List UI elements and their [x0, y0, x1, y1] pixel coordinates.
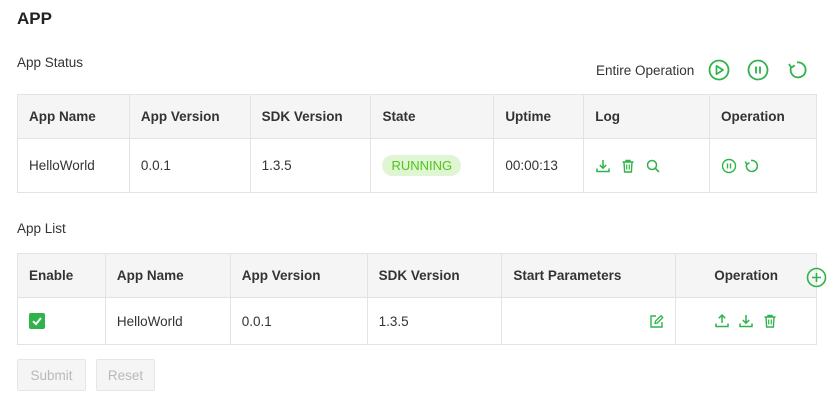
- column-header-operation: Operation: [709, 94, 817, 139]
- upload-icon[interactable]: [714, 313, 730, 329]
- app-status-title: App Status: [17, 55, 84, 70]
- edit-icon[interactable]: [649, 314, 664, 329]
- entire-operation-label: Entire Operation: [596, 62, 695, 78]
- app-name-cell: HelloWorld: [17, 138, 130, 193]
- column-header-enable: Enable: [17, 253, 106, 298]
- sdk-version-cell: 1.3.5: [366, 297, 503, 345]
- reset-button[interactable]: Reset: [96, 359, 155, 391]
- restart-icon[interactable]: [743, 158, 759, 174]
- page-title: APP: [17, 9, 52, 28]
- download-icon[interactable]: [595, 158, 611, 174]
- submit-button[interactable]: Submit: [17, 359, 86, 391]
- operation-cell: [709, 138, 817, 193]
- trash-icon[interactable]: [620, 158, 636, 174]
- table-header-row: App Name App Version SDK Version State U…: [17, 94, 817, 139]
- enable-checkbox[interactable]: [29, 312, 45, 329]
- app-status-table: App Name App Version SDK Version State U…: [17, 94, 817, 193]
- pause-circle-icon[interactable]: [721, 158, 737, 174]
- app-list-title: App List: [17, 221, 66, 236]
- operation-cell: [675, 297, 817, 345]
- column-header-operation: Operation: [675, 253, 817, 298]
- column-header-uptime: Uptime: [493, 94, 585, 139]
- column-header-sdk-version: SDK Version: [366, 253, 503, 298]
- pause-circle-icon[interactable]: [746, 58, 770, 82]
- app-name-cell: HelloWorld: [104, 297, 231, 345]
- log-cell: [583, 138, 711, 193]
- sdk-version-cell: 1.3.5: [249, 138, 372, 193]
- enable-cell: [17, 297, 106, 345]
- plus-circle-icon[interactable]: [806, 267, 827, 288]
- download-icon[interactable]: [738, 313, 754, 329]
- column-header-state: State: [370, 94, 495, 139]
- play-circle-icon[interactable]: [707, 58, 731, 82]
- restart-icon[interactable]: [785, 58, 809, 82]
- column-header-app-name: App Name: [17, 94, 130, 139]
- column-header-app-name: App Name: [104, 253, 231, 298]
- column-header-app-version: App Version: [229, 253, 368, 298]
- table-row: HelloWorld 0.0.1 1.3.5 RUNNING 00:00:13: [17, 138, 817, 193]
- column-header-start-parameters: Start Parameters: [501, 253, 677, 298]
- start-parameters-cell: [501, 297, 677, 345]
- app-version-cell: 0.0.1: [229, 297, 368, 345]
- column-header-sdk-version: SDK Version: [249, 94, 372, 139]
- search-icon[interactable]: [645, 158, 661, 174]
- app-version-cell: 0.0.1: [128, 138, 251, 193]
- status-badge: RUNNING: [382, 155, 462, 176]
- entire-operation: Entire Operation: [596, 58, 809, 82]
- app-list-table: Enable App Name App Version SDK Version …: [17, 253, 817, 345]
- table-row: HelloWorld 0.0.1 1.3.5: [17, 297, 817, 345]
- checkmark-icon: [32, 316, 42, 325]
- uptime-cell: 00:00:13: [493, 138, 585, 193]
- column-header-app-version: App Version: [128, 94, 251, 139]
- state-cell: RUNNING: [370, 138, 495, 193]
- trash-icon[interactable]: [762, 313, 778, 329]
- table-header-row: Enable App Name App Version SDK Version …: [17, 253, 817, 298]
- column-header-log: Log: [583, 94, 711, 139]
